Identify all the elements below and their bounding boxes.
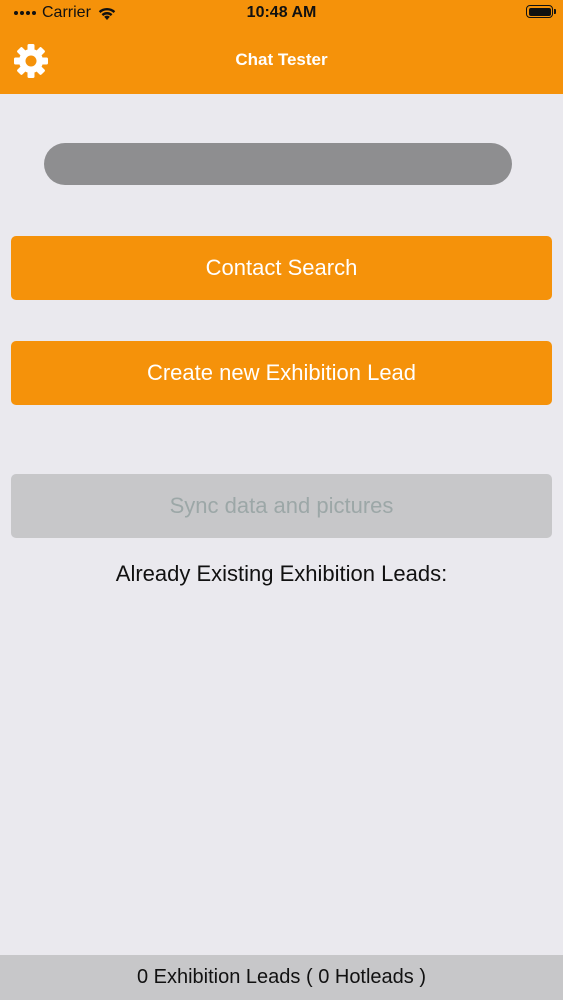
battery-icon — [526, 5, 556, 18]
create-lead-label: Create new Exhibition Lead — [146, 360, 417, 385]
progress-bar — [44, 143, 512, 185]
create-lead-button[interactable]: Create new Exhibition Lead — [11, 341, 552, 405]
leads-summary: 0 Exhibition Leads ( 0 Hotleads ) — [136, 966, 427, 988]
contact-search-label: Contact Search — [205, 255, 358, 280]
status-time: 10:48 AM — [246, 4, 317, 21]
existing-leads-heading: Already Existing Exhibition Leads: — [115, 561, 448, 586]
leads-summary-footer: 0 Exhibition Leads ( 0 Hotleads ) — [0, 955, 563, 1000]
sync-label: Sync data and pictures — [169, 493, 394, 518]
page-title: Chat Tester — [235, 50, 328, 69]
nav-header: Carrier 10:48 AM Chat Tester — [0, 0, 563, 94]
contact-search-button[interactable]: Contact Search — [11, 236, 552, 300]
status-bar: Carrier 10:48 AM — [0, 0, 563, 28]
sync-button[interactable]: Sync data and pictures — [11, 474, 552, 538]
